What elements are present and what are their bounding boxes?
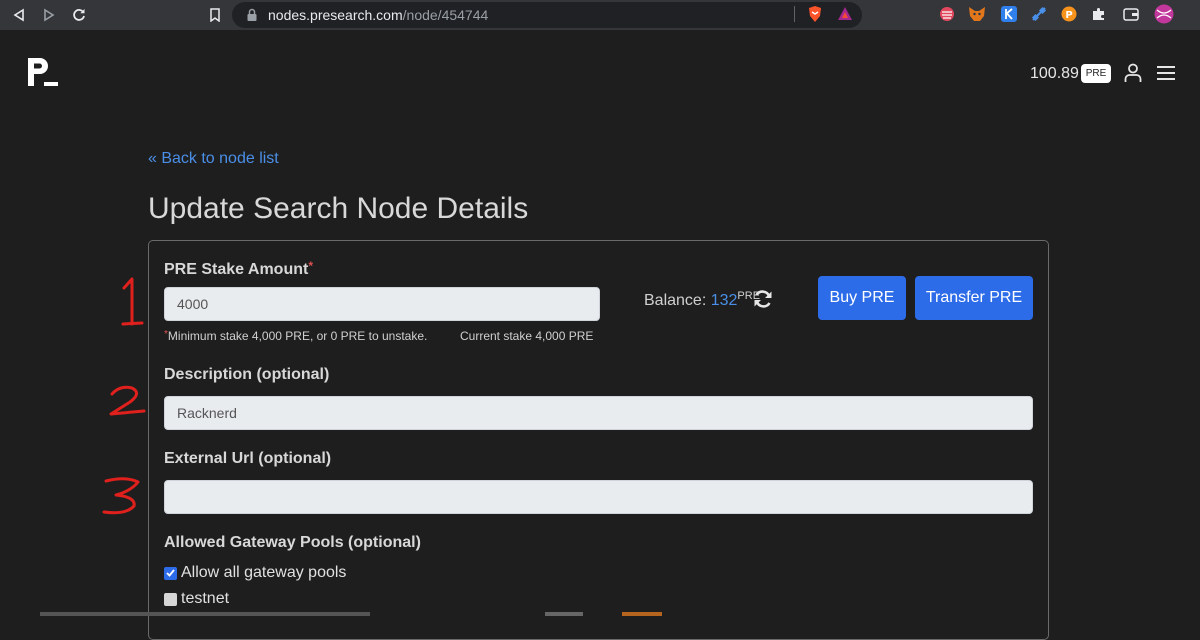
bottom-bar-fragment	[545, 612, 583, 616]
brave-shield-icon	[809, 6, 821, 22]
url-host: nodes.presearch.com	[268, 7, 403, 23]
k-extension-button[interactable]	[1000, 5, 1018, 23]
profile-button[interactable]	[1153, 3, 1175, 25]
brave-rewards-icon	[838, 7, 852, 20]
minimum-stake-hint: *Minimum stake 4,000 PRE, or 0 PRE to un…	[164, 329, 427, 343]
annotation-number-1	[121, 277, 144, 326]
hamburger-menu-icon[interactable]	[1157, 66, 1175, 80]
back-to-node-list-link[interactable]: « Back to node list	[148, 150, 279, 168]
k-extension-icon	[1001, 6, 1017, 22]
brave-shield-button[interactable]	[806, 5, 824, 23]
browser-toolbar: nodes.presearch.com/node/454744 P	[0, 0, 1200, 30]
reload-button[interactable]	[68, 4, 90, 26]
balance-label: Balance:	[644, 292, 711, 309]
presearch-logo[interactable]	[28, 58, 60, 88]
testnet-option[interactable]: testnet	[164, 590, 229, 608]
gateway-pools-label: Allowed Gateway Pools (optional)	[164, 534, 421, 551]
omnibox-separator	[794, 6, 795, 22]
bookmark-icon	[210, 8, 220, 22]
description-label: Description (optional)	[164, 366, 330, 383]
allow-all-gateway-pools-checkbox[interactable]	[164, 566, 177, 580]
satellite-extension-icon	[1031, 6, 1047, 22]
stake-amount-label-text: PRE Stake Amount	[164, 261, 309, 278]
address-bar[interactable]: nodes.presearch.com/node/454744	[232, 2, 862, 28]
profile-avatar-icon	[1154, 4, 1174, 24]
back-button[interactable]	[8, 4, 30, 26]
balance-display: Balance: 132PRE	[644, 290, 760, 310]
annotation-number-2	[109, 385, 146, 416]
bottom-bar-fragment	[40, 612, 370, 616]
external-url-label: External Url (optional)	[164, 450, 332, 467]
annotation-number-3	[102, 477, 140, 515]
testnet-label: testnet	[181, 590, 230, 607]
metamask-icon	[969, 7, 985, 21]
minimum-stake-hint-text: Minimum stake 4,000 PRE, or 0 PRE to uns…	[167, 329, 428, 343]
reload-icon	[73, 9, 85, 21]
balance-value: 132	[710, 292, 738, 309]
page-title: Update Search Node Details	[148, 192, 529, 225]
stake-amount-label: PRE Stake Amount*	[164, 259, 313, 279]
wallet-icon	[1123, 8, 1139, 21]
external-url-input[interactable]	[164, 480, 1033, 514]
puzzle-icon	[1093, 8, 1104, 20]
url-text: nodes.presearch.com/node/454744	[268, 7, 488, 23]
triangle-right-icon	[44, 8, 55, 22]
extensions-menu-button[interactable]	[1090, 5, 1108, 23]
satellite-extension-button[interactable]	[1030, 5, 1048, 23]
url-path: /node/454744	[402, 7, 489, 23]
metamask-button[interactable]	[968, 5, 986, 23]
allow-all-gateway-pools-option[interactable]: Allow all gateway pools	[164, 564, 346, 582]
brave-rewards-button[interactable]	[836, 5, 854, 23]
checkmark-icon	[166, 569, 175, 577]
extension-1-icon	[940, 7, 954, 21]
bookmark-button[interactable]	[206, 4, 224, 26]
coin-extension-icon: P	[1061, 6, 1077, 22]
extension-1-button[interactable]	[938, 5, 956, 23]
transfer-pre-button[interactable]: Transfer PRE	[915, 276, 1033, 320]
allow-all-gateway-pools-label: Allow all gateway pools	[181, 564, 347, 581]
refresh-icon[interactable]	[753, 289, 773, 309]
current-stake-hint: Current stake 4,000 PRE	[460, 329, 594, 343]
lock-icon	[247, 8, 257, 21]
buy-pre-button[interactable]: Buy PRE	[818, 276, 906, 320]
user-icon[interactable]	[1124, 63, 1142, 83]
bottom-bar-fragment	[622, 612, 662, 616]
testnet-checkbox[interactable]	[164, 592, 177, 606]
svg-text:P: P	[1065, 10, 1072, 21]
node-details-form: PRE Stake Amount* *Minimum stake 4,000 P…	[148, 240, 1049, 640]
required-mark: *	[308, 259, 313, 273]
currency-badge: PRE	[1081, 64, 1111, 83]
description-input[interactable]	[164, 396, 1033, 430]
stake-amount-input[interactable]	[164, 287, 600, 321]
coin-extension-button[interactable]: P	[1060, 5, 1078, 23]
triangle-left-icon	[13, 8, 24, 22]
wallet-button[interactable]	[1122, 5, 1140, 23]
forward-button[interactable]	[38, 4, 60, 26]
header-balance: 100.89	[1030, 65, 1079, 82]
